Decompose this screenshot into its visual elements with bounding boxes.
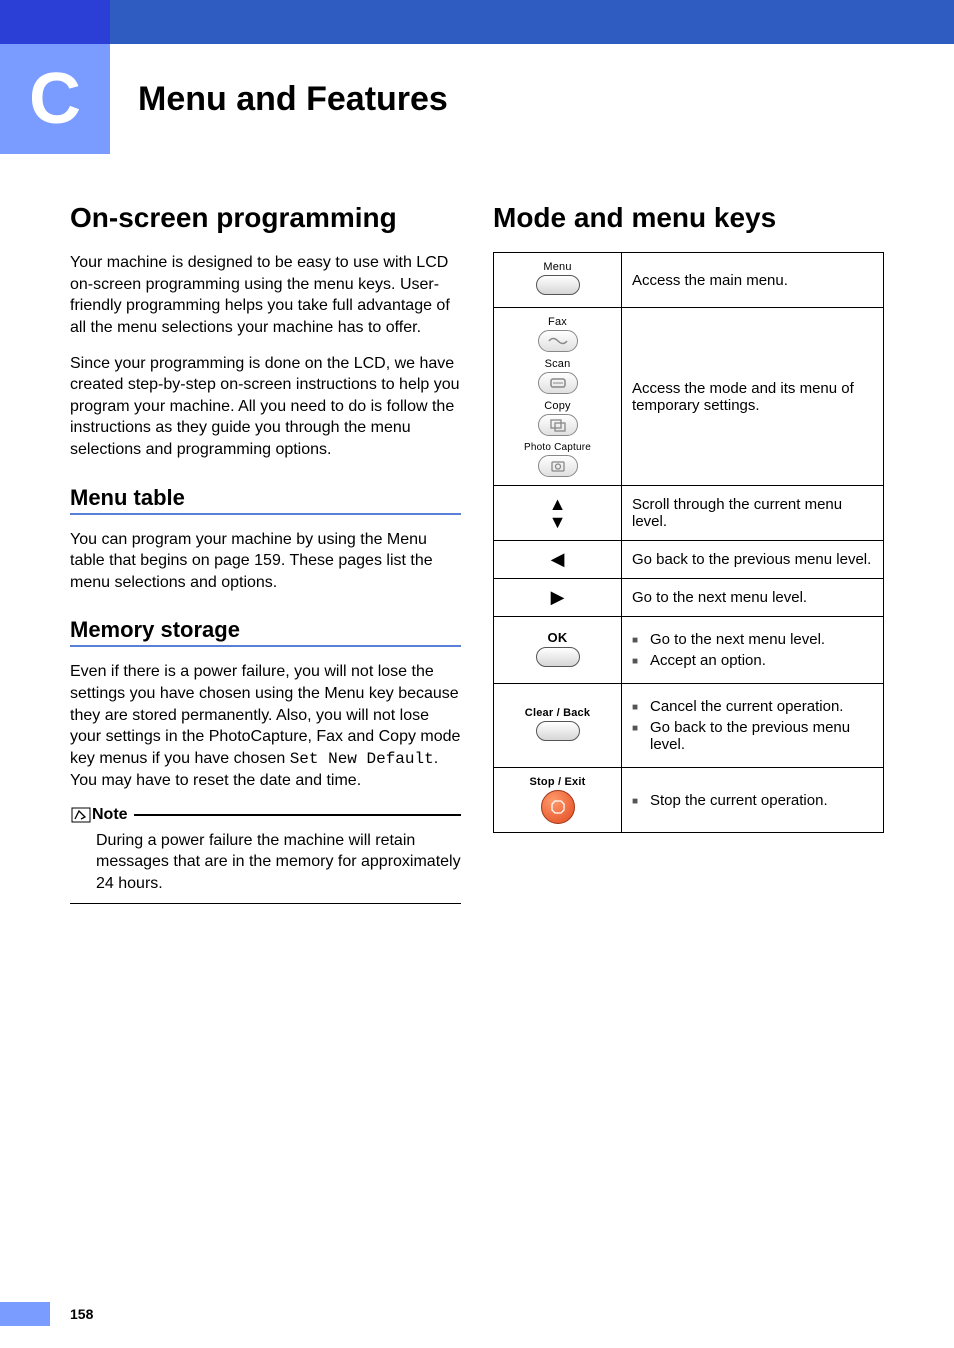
stop-exit-key-cell: Stop / Exit [494,768,622,833]
right-column: Mode and menu keys Menu Access the main … [493,202,884,904]
header-bar [0,0,954,44]
photo-capture-icon [538,455,578,477]
paragraph: Your machine is designed to be easy to u… [70,252,461,338]
right-key-desc: Go to the next menu level. [622,579,884,617]
note-body: During a power failure the machine will … [70,824,461,903]
monospace-text: Set New Default [290,750,434,768]
stop-button-icon [541,790,575,824]
keys-table: Menu Access the main menu. Fax [493,252,884,833]
footer-tab [0,1302,50,1326]
paragraph: Since your programming is done on the LC… [70,353,461,461]
table-row: Clear / Back Cancel the current operatio… [494,684,884,768]
heading-underline [70,645,461,647]
sub-heading-menu-table: Menu table [70,485,461,511]
ok-button-icon [536,647,580,667]
left-column: On-screen programming Your machine is de… [70,202,461,904]
menu-key-cell: Menu [494,253,622,308]
menu-key-desc: Access the main menu. [622,253,884,308]
arrow-up-icon: ▲ [498,495,617,513]
clear-back-key-cell: Clear / Back [494,684,622,768]
mode-keys-cell: Fax Scan [494,308,622,486]
copy-icon [538,414,578,436]
up-down-key-cell: ▲ ▼ [494,486,622,541]
scan-icon [538,372,578,394]
menu-button-icon [536,275,580,295]
chapter-letter-badge: C [0,44,110,154]
list-item: Go back to the previous menu level. [632,719,873,753]
sub-heading-memory-storage: Memory storage [70,617,461,643]
note-bottom-line [70,903,461,905]
right-key-cell: ▶ [494,579,622,617]
menu-key-label: Menu [498,261,617,273]
clear-back-label: Clear / Back [498,707,617,719]
arrow-right-icon: ▶ [551,587,565,607]
paragraph: Even if there is a power failure, you wi… [70,661,461,792]
chapter-title: Menu and Features [138,80,448,119]
table-row: Menu Access the main menu. [494,253,884,308]
fax-icon [538,330,578,352]
list-item: Accept an option. [632,652,873,669]
table-row: OK Go to the next menu level. Accept an … [494,617,884,684]
page-number: 158 [70,1306,93,1322]
list-item: Stop the current operation. [632,792,873,809]
stop-exit-label: Stop / Exit [498,776,617,788]
note-label: Note [92,806,128,824]
clear-back-button-icon [536,721,580,741]
section-heading-onscreen: On-screen programming [70,202,461,234]
table-row: ◀ Go back to the previous menu level. [494,541,884,579]
arrow-left-icon: ◀ [551,549,565,569]
table-row: Fax Scan [494,308,884,486]
arrow-down-icon: ▼ [498,513,617,531]
section-heading-mode-keys: Mode and menu keys [493,202,884,234]
mode-keys-desc: Access the mode and its menu of temporar… [622,308,884,486]
copy-label: Copy [544,400,570,412]
fax-label: Fax [548,316,567,328]
note-line [134,814,461,816]
scan-label: Scan [545,358,571,370]
paragraph: You can program your machine by using th… [70,529,461,594]
left-key-desc: Go back to the previous menu level. [622,541,884,579]
table-row: Stop / Exit Stop the current operation. [494,768,884,833]
list-item: Go to the next menu level. [632,631,873,648]
chapter-header: C Menu and Features [0,44,954,154]
table-row: ▲ ▼ Scroll through the current menu leve… [494,486,884,541]
stop-exit-desc: Stop the current operation. [622,768,884,833]
photo-capture-label: Photo Capture [524,442,591,453]
heading-underline [70,513,461,515]
ok-desc: Go to the next menu level. Accept an opt… [622,617,884,684]
clear-back-desc: Cancel the current operation. Go back to… [622,684,884,768]
ok-key-cell: OK [494,617,622,684]
table-row: ▶ Go to the next menu level. [494,579,884,617]
list-item: Cancel the current operation. [632,698,873,715]
left-key-cell: ◀ [494,541,622,579]
ok-label: OK [498,630,617,645]
up-down-desc: Scroll through the current menu level. [622,486,884,541]
note-block: Note During a power failure the machine … [70,806,461,904]
page-footer: 158 [0,1302,93,1326]
note-icon [70,806,92,824]
